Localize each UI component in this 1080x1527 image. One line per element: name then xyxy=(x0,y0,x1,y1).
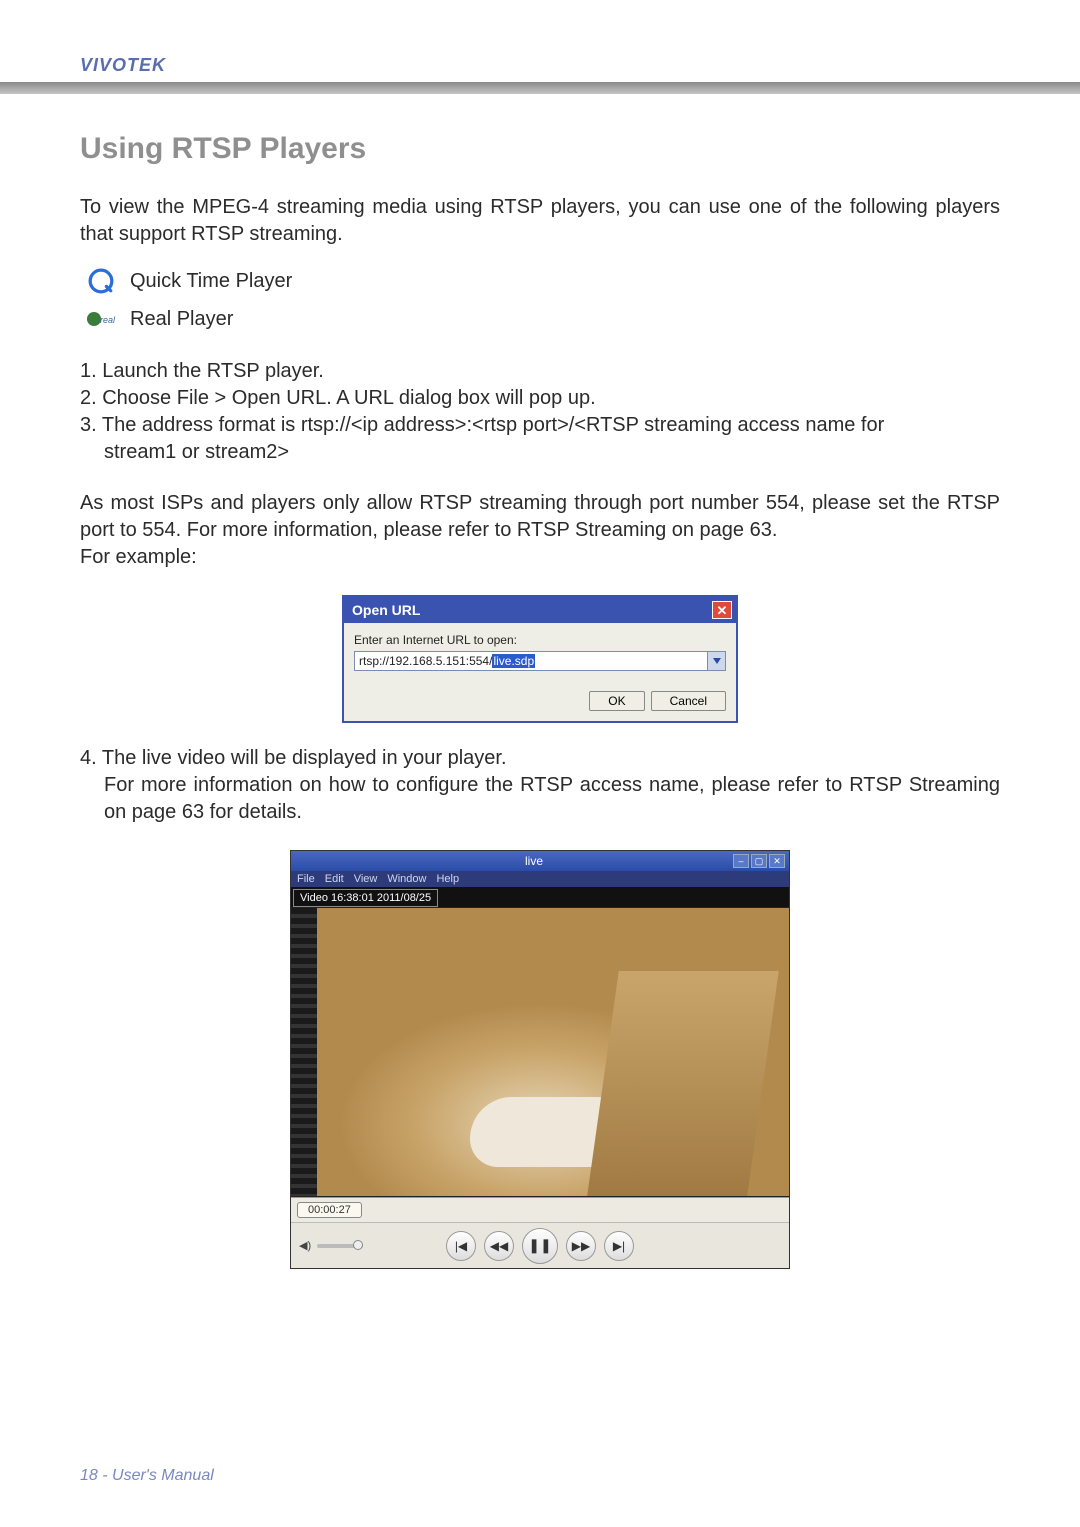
menu-help[interactable]: Help xyxy=(436,873,459,885)
video-timestamp: Video 16:38:01 2011/08/25 xyxy=(293,889,438,907)
elapsed-time: 00:00:27 xyxy=(297,1202,362,1218)
realplayer-item: real Real Player xyxy=(86,304,1000,334)
step-4a: 4. The live video will be displayed in y… xyxy=(80,745,1000,772)
note-p2: For example: xyxy=(80,544,1000,571)
brand-label: VIVOTEK xyxy=(80,55,1000,76)
section-title: Using RTSP Players xyxy=(80,132,1000,166)
url-highlight: live.sdp xyxy=(492,654,535,668)
quicktime-icon xyxy=(86,266,116,296)
realplayer-icon: real xyxy=(86,304,116,334)
dialog-titlebar: Open URL ✕ xyxy=(344,597,736,623)
window-close-button[interactable]: ✕ xyxy=(769,854,785,868)
player-titlebar: live – ▢ ✕ xyxy=(291,851,789,871)
url-input-row[interactable]: rtsp://192.168.5.151:554/live.sdp xyxy=(354,651,726,671)
realplayer-label: Real Player xyxy=(130,308,233,331)
note-p1: As most ISPs and players only allow RTSP… xyxy=(80,490,1000,544)
volume-control[interactable]: ◀) xyxy=(299,1239,363,1252)
dialog-close-button[interactable]: ✕ xyxy=(712,601,732,619)
step-4b: For more information on how to configure… xyxy=(80,772,1000,826)
player-window: live – ▢ ✕ File Edit View Window Help Vi… xyxy=(290,850,790,1269)
pause-button[interactable]: ❚❚ xyxy=(522,1228,558,1264)
video-content-placeholder xyxy=(470,1097,640,1167)
player-statusbar: 00:00:27 xyxy=(291,1197,789,1222)
skip-forward-button[interactable]: ▶| xyxy=(604,1231,634,1261)
note-block: As most ISPs and players only allow RTSP… xyxy=(80,490,1000,571)
menu-window[interactable]: Window xyxy=(387,873,426,885)
menu-view[interactable]: View xyxy=(354,873,378,885)
menu-edit[interactable]: Edit xyxy=(325,873,344,885)
step4-block: 4. The live video will be displayed in y… xyxy=(80,745,1000,826)
rewind-button[interactable]: ◀◀ xyxy=(484,1231,514,1261)
steps-block: 1. Launch the RTSP player. 2. Choose Fil… xyxy=(80,358,1000,466)
player-menubar: File Edit View Window Help xyxy=(291,871,789,887)
url-dropdown-button[interactable] xyxy=(707,652,725,670)
quicktime-item: Quick Time Player xyxy=(86,266,1000,296)
volume-icon: ◀) xyxy=(299,1239,311,1252)
maximize-button[interactable]: ▢ xyxy=(751,854,767,868)
ok-button[interactable]: OK xyxy=(589,691,644,711)
player-list: Quick Time Player real Real Player xyxy=(86,266,1000,334)
skip-back-button[interactable]: |◀ xyxy=(446,1231,476,1261)
dialog-label: Enter an Internet URL to open: xyxy=(354,633,726,647)
step-2: 2. Choose File > Open URL. A URL dialog … xyxy=(80,385,1000,412)
player-window-title: live xyxy=(335,854,733,868)
header-divider xyxy=(0,82,1080,94)
svg-text:real: real xyxy=(100,315,116,325)
open-url-dialog: Open URL ✕ Enter an Internet URL to open… xyxy=(342,595,738,723)
quicktime-label: Quick Time Player xyxy=(130,270,292,293)
player-controls: ◀) |◀ ◀◀ ❚❚ ▶▶ ▶| xyxy=(291,1222,789,1268)
intro-text: To view the MPEG-4 streaming media using… xyxy=(80,194,1000,248)
video-area xyxy=(291,907,789,1197)
dialog-body: Enter an Internet URL to open: rtsp://19… xyxy=(344,623,736,681)
url-input[interactable]: rtsp://192.168.5.151:554/live.sdp xyxy=(355,652,707,670)
step-3-wrap: stream1 or stream2> xyxy=(80,439,1000,466)
dialog-button-row: OK Cancel xyxy=(344,681,736,721)
volume-slider[interactable] xyxy=(317,1244,363,1248)
menu-file[interactable]: File xyxy=(297,873,315,885)
forward-button[interactable]: ▶▶ xyxy=(566,1231,596,1261)
dialog-title: Open URL xyxy=(352,602,420,618)
step-3: 3. The address format is rtsp://<ip addr… xyxy=(80,412,1000,439)
cancel-button[interactable]: Cancel xyxy=(651,691,726,711)
url-prefix: rtsp://192.168.5.151:554/ xyxy=(359,654,492,668)
minimize-button[interactable]: – xyxy=(733,854,749,868)
page-footer: 18 - User's Manual xyxy=(80,1467,214,1485)
step-1: 1. Launch the RTSP player. xyxy=(80,358,1000,385)
